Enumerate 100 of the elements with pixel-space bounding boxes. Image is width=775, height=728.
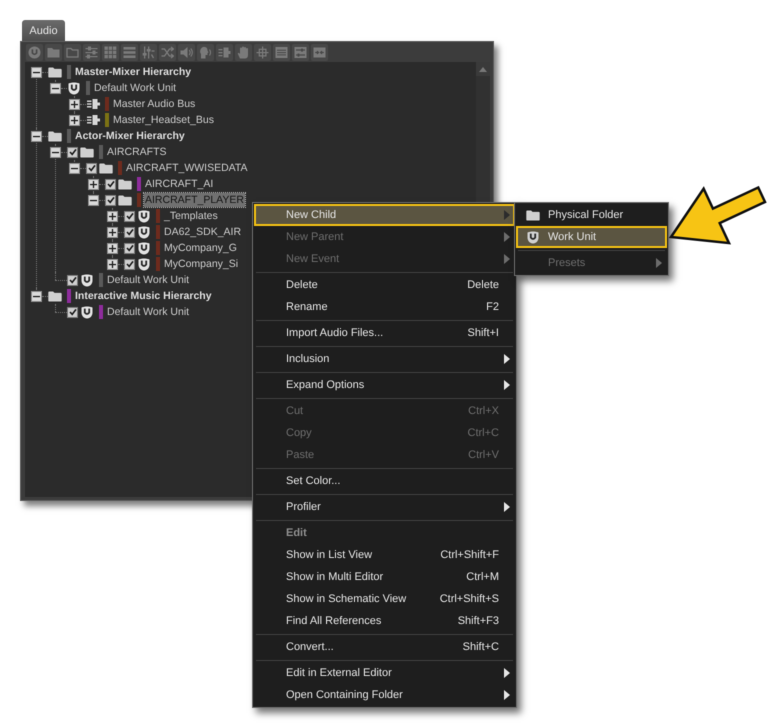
checkbox[interactable] (124, 226, 135, 238)
shield-icon (68, 82, 80, 94)
tree-item-label[interactable]: Master Audio Bus (112, 97, 196, 111)
tree-toggle[interactable] (107, 226, 118, 238)
tree-item-label[interactable]: Default Work Unit (106, 305, 190, 319)
audio-tab[interactable]: Audio (22, 20, 65, 41)
tree-item-label[interactable]: MyCompany_G (163, 241, 238, 255)
tree-item-label[interactable]: AIRCRAFT_PLAYER (144, 193, 245, 207)
folder-outline-icon[interactable] (64, 44, 81, 60)
menu-item[interactable]: Show in Multi Editor Ctrl+M (254, 566, 515, 588)
menu-item[interactable]: Profiler (254, 496, 515, 518)
shortcut-text: Ctrl+Shift+S (440, 593, 499, 605)
faders-icon[interactable] (140, 44, 157, 60)
tree-item-label[interactable]: Master-Mixer Hierarchy (74, 65, 192, 79)
checkbox[interactable] (124, 242, 135, 254)
checkbox[interactable] (124, 258, 135, 270)
tick-icon (68, 308, 76, 316)
tree-item-label[interactable]: Interactive Music Hierarchy (74, 289, 213, 303)
tree-item-label[interactable]: Actor-Mixer Hierarchy (74, 129, 186, 143)
tree-toggle[interactable] (69, 162, 80, 174)
shortcut-text: Ctrl+M (466, 571, 499, 583)
tree-toggle[interactable] (107, 242, 118, 254)
plus-icon (109, 228, 116, 236)
menu-item[interactable]: Show in Schematic View Ctrl+Shift+S (254, 588, 515, 610)
shield-icon (527, 230, 539, 244)
checkbox[interactable] (105, 194, 116, 206)
tree-item-label[interactable]: DA62_SDK_AIR (163, 225, 242, 239)
rows-icon[interactable] (273, 44, 290, 60)
menu-item[interactable]: Find All References Shift+F3 (254, 610, 515, 632)
hand-icon[interactable] (235, 44, 252, 60)
tree-toggle[interactable] (31, 66, 42, 78)
tree-toggle[interactable] (31, 130, 42, 142)
menu-item[interactable]: Rename F2 (254, 296, 515, 318)
shield-icon (81, 306, 93, 318)
shortcut-text: Shift+C (462, 641, 499, 653)
tree-item-label[interactable]: _Templates (163, 209, 219, 223)
folder-icon (118, 178, 132, 190)
tree-item-label[interactable]: AIRCRAFTS (106, 145, 168, 159)
checkbox[interactable] (105, 178, 116, 190)
talking-head-icon[interactable] (197, 44, 214, 60)
menu-item[interactable]: Inclusion (254, 348, 515, 370)
sliders-icon[interactable] (83, 44, 100, 60)
plus-icon (71, 116, 78, 124)
folder-icon (99, 162, 113, 174)
shortcut-text: Ctrl+X (468, 405, 499, 417)
checkbox[interactable] (86, 162, 97, 174)
checkbox[interactable] (67, 146, 78, 158)
menu-item[interactable]: Set Color... (254, 470, 515, 492)
shuffle-icon[interactable] (159, 44, 176, 60)
tree-toggle[interactable] (69, 114, 80, 126)
shield-icon (138, 242, 150, 254)
shield-icon (138, 258, 150, 270)
tree-toggle[interactable] (69, 98, 80, 110)
checkbox[interactable] (67, 274, 78, 286)
list-icon[interactable] (121, 44, 138, 60)
tree-item-label[interactable]: AIRCRAFT_AI (144, 177, 214, 191)
sliders-horizontal-icon[interactable] (292, 44, 309, 60)
tree-item-label[interactable]: Default Work Unit (106, 273, 190, 287)
inward-arrows-icon[interactable] (311, 44, 328, 60)
speaker-icon[interactable] (178, 44, 195, 60)
tree-toggle[interactable] (107, 210, 118, 222)
tick-icon (68, 148, 76, 156)
checkbox[interactable] (67, 306, 78, 318)
tick-icon (106, 196, 114, 204)
tick-icon (126, 244, 134, 252)
menu-item[interactable]: Convert... Shift+C (254, 636, 515, 658)
tree-item-label[interactable]: MyCompany_Si (163, 257, 240, 271)
tree-item-label[interactable]: Master_Headset_Bus (112, 113, 215, 127)
menu-item[interactable]: Import Audio Files... Shift+I (254, 322, 515, 344)
menu-item[interactable]: Expand Options (254, 374, 515, 396)
menu-item[interactable]: New Child (254, 204, 515, 226)
tick-icon (88, 164, 96, 172)
grid-icon[interactable] (102, 44, 119, 60)
tree-item-label[interactable]: AIRCRAFT_WWISEDATA (125, 161, 249, 175)
folder-icon (526, 210, 540, 220)
connector-icon (86, 99, 100, 109)
tree-toggle[interactable] (107, 258, 118, 270)
scroll-up-icon[interactable] (476, 62, 490, 76)
tick-icon (126, 212, 134, 220)
checkbox[interactable] (124, 210, 135, 222)
tree-toggle[interactable] (31, 290, 42, 302)
tree-toggle[interactable] (88, 194, 99, 206)
shortcut-text: F2 (486, 301, 499, 313)
menu-item[interactable]: Delete Delete (254, 274, 515, 296)
shortcut-text: Shift+I (468, 327, 499, 339)
tree-toggle[interactable] (50, 146, 61, 158)
connector-icon[interactable] (216, 44, 233, 60)
tree-toggle[interactable] (88, 178, 99, 190)
plus-icon (90, 180, 97, 188)
menu-item[interactable]: Edit in External Editor (254, 662, 515, 684)
folder-icon[interactable] (45, 44, 62, 60)
menu-item[interactable]: Physical Folder (516, 204, 667, 226)
plus-icon (109, 244, 116, 252)
menu-item[interactable]: Open Containing Folder (254, 684, 515, 706)
tree-item-label[interactable]: Default Work Unit (93, 81, 178, 95)
menu-item[interactable]: Show in List View Ctrl+Shift+F (254, 544, 515, 566)
menu-item[interactable]: Work Unit (516, 226, 667, 248)
crosshair-icon[interactable] (254, 44, 271, 60)
tree-toggle[interactable] (50, 82, 61, 94)
round-badge-icon[interactable] (26, 44, 43, 60)
